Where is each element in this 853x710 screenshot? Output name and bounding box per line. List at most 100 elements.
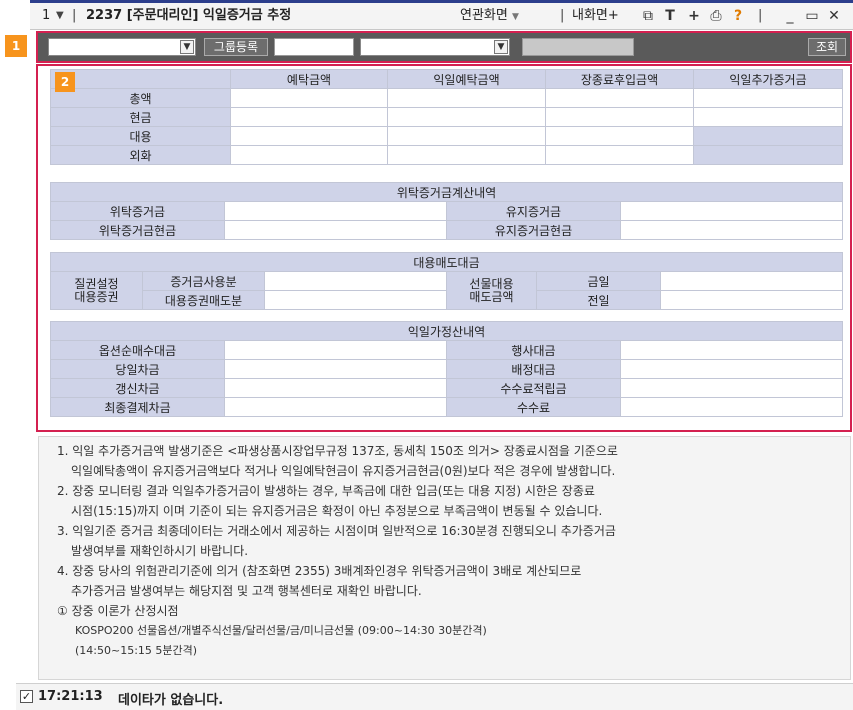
account-select[interactable]: ▼ (48, 38, 196, 56)
value-cell (659, 290, 844, 310)
note-line: 2. 장중 모니터링 결과 익일추가증거금이 발생하는 경우, 부족금에 대한 … (57, 484, 595, 498)
row-header: 배정대금 (446, 359, 621, 379)
my-screen-add-button[interactable]: 내화면+ (572, 8, 619, 24)
value-cell (230, 107, 388, 127)
close-icon[interactable]: ✕ (826, 8, 842, 24)
table-row: 대용 (50, 126, 843, 146)
status-message: 데이타가 없습니다. (118, 693, 224, 708)
related-screens-menu[interactable]: 연관화면 ▼ (460, 8, 519, 24)
column-header: 익일추가증거금 (693, 69, 843, 89)
row-header: 대용 (50, 126, 231, 146)
chevron-down-icon[interactable]: ▼ (180, 40, 194, 54)
row-header: 유지증거금 (446, 201, 621, 221)
row-header: 총액 (50, 88, 231, 108)
value-cell (693, 107, 843, 127)
window-number-dropdown-icon[interactable]: ▼ (56, 8, 64, 24)
value-cell (224, 359, 447, 379)
deposit-header-row: 예탁금액 익일예탁금액 장종료후입금액 익일추가증거금 (50, 69, 843, 89)
titlebar-separator: | (72, 8, 77, 23)
value-cell (224, 201, 447, 221)
value-cell (387, 88, 546, 108)
note-line: 발생여부를 재확인하시기 바랍니다. (71, 544, 249, 558)
value-cell (264, 271, 447, 291)
row-header: 유지증거금현금 (446, 220, 621, 240)
group-register-button[interactable]: 그룹등록 (204, 38, 268, 56)
search-button[interactable]: 조회 (808, 38, 846, 56)
table-row: 옵션순매수대금 행사대금 (50, 340, 844, 360)
row-header: 옵션순매수대금 (50, 340, 225, 360)
minimize-icon[interactable]: _ (782, 8, 798, 24)
table-row: 위탁증거금현금 유지증거금현금 (50, 220, 843, 240)
value-cell (230, 88, 388, 108)
note-line: 추가증거금 발생여부는 해당지점 및 고객 행복센터로 재확인 바랍니다. (71, 584, 422, 598)
settlement-table: 익일가정산내역 옵션순매수대금 행사대금 당일차금 배정대금 갱신차금 수수료적… (49, 321, 844, 417)
table-row: 현금 (50, 107, 843, 127)
window-titlebar: 1 ▼ | 2237 [주문대리인] 익일증거금 추정 연관화면 ▼ | 내화면… (30, 0, 853, 30)
maximize-icon[interactable]: ▭ (804, 8, 820, 24)
futures-substitute-label: 선물대용 매도금액 (446, 271, 537, 310)
table-row: 외화 (50, 145, 843, 165)
password-input[interactable] (522, 38, 634, 56)
value-cell (659, 271, 844, 291)
note-line: (14:50~15:15 5분간격) (75, 644, 198, 657)
chevron-down-icon: ▼ (511, 12, 519, 22)
table-row: 총액 (50, 88, 843, 108)
row-header: 위탁증거금현금 (50, 220, 225, 240)
table-row: 위탁증거금 유지증거금 (50, 201, 843, 221)
row-header: 전일 (536, 290, 661, 310)
value-cell (224, 397, 447, 417)
value-cell (620, 201, 843, 221)
text-icon[interactable]: T (662, 8, 678, 24)
margin-calc-table: 위탁증거금계산내역 위탁증거금 유지증거금 위탁증거금현금 유지증거금현금 (50, 182, 843, 240)
value-cell (693, 88, 843, 108)
value-cell (545, 88, 694, 108)
value-cell (387, 107, 546, 127)
value-cell (619, 397, 844, 417)
note-line: 1. 익일 추가증거금액 발생기준은 <파생상품시장업무규정 137조, 동세칙… (57, 444, 618, 458)
help-icon[interactable]: ? (730, 8, 746, 24)
chevron-down-icon[interactable]: ▼ (494, 40, 508, 54)
value-cell (387, 126, 546, 146)
section-header: 익일가정산내역 (49, 321, 844, 341)
deposit-corner-cell (50, 69, 231, 89)
column-header: 익일예탁금액 (387, 69, 546, 89)
query-toolbar: ▼ 그룹등록 ▼ 조회 (36, 31, 852, 63)
note-line: 4. 장중 당사의 위험관리기준에 의거 (참조화면 2355) 3배계좌인경우… (57, 564, 582, 578)
row-header: 당일차금 (50, 359, 225, 379)
row-header: 금일 (536, 271, 661, 291)
row-header: 수수료적립금 (446, 378, 621, 398)
row-header: 수수료 (446, 397, 621, 417)
value-cell (264, 290, 447, 310)
window-number: 1 (42, 8, 51, 23)
status-time: 17:21:13 (38, 689, 103, 704)
empty-cell (693, 126, 843, 146)
titlebar-separator: | (758, 8, 763, 23)
plus-icon[interactable]: + (686, 8, 702, 24)
empty-cell (693, 145, 843, 165)
print-icon[interactable]: ⎙ (708, 8, 724, 24)
note-line: ① 장중 이론가 산정시점 (57, 604, 179, 618)
row-header: 행사대금 (446, 340, 621, 360)
titlebar-accent-line (30, 0, 853, 3)
value-cell (619, 340, 844, 360)
row-header: 대용증권매도분 (142, 290, 265, 310)
note-line: KOSPO200 선물옵션/개별주식선물/달러선물/금/미니금선물 (09:00… (75, 624, 487, 637)
checkbox-icon[interactable]: ✓ (20, 690, 33, 703)
deposit-table: 예탁금액 익일예탁금액 장종료후입금액 익일추가증거금 총액 현금 대용 외화 (50, 69, 843, 165)
column-header: 장종료후입금액 (545, 69, 694, 89)
row-header: 증거금사용분 (142, 271, 265, 291)
value-cell (545, 107, 694, 127)
substitute-sale-table: 대용매도대금 질권설정 대용증권 증거금사용분 선물대용 매도금액 금일 대용증… (49, 252, 844, 310)
row-header: 위탁증거금 (50, 201, 225, 221)
value-cell (387, 145, 546, 165)
value-cell (545, 126, 694, 146)
item-select[interactable]: ▼ (360, 38, 510, 56)
section-header: 대용매도대금 (49, 252, 844, 272)
account-input[interactable] (274, 38, 354, 56)
note-line: 시점(15:15)까지 이며 기준이 되는 유지증거금은 확정이 아닌 추정분으… (71, 504, 603, 518)
note-line: 익일예탁총액이 유지증거금액보다 적거나 익일예탁현금이 유지증거금현금(0원)… (71, 464, 616, 478)
row-header: 외화 (50, 145, 231, 165)
column-header: 예탁금액 (230, 69, 388, 89)
value-cell (230, 126, 388, 146)
window-icon[interactable]: ⧉ (640, 8, 656, 24)
